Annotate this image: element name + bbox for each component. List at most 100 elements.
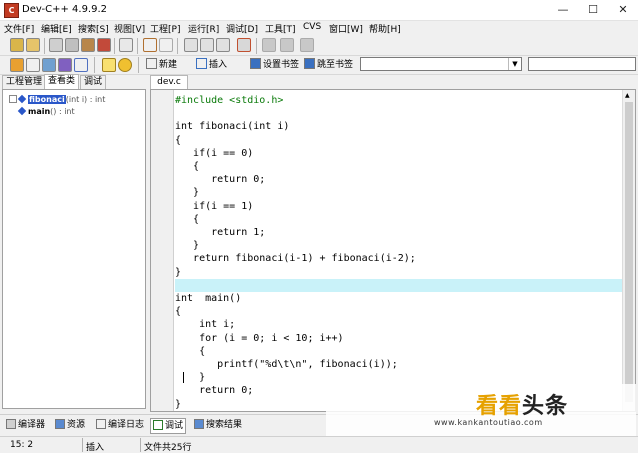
insert-icon xyxy=(196,58,207,69)
tab-debug-output[interactable]: 调试 xyxy=(150,418,187,434)
editor-gutter xyxy=(151,90,174,411)
set-bookmark-button[interactable]: 设置书签 xyxy=(250,57,299,73)
code-line[interactable]: { xyxy=(175,213,623,226)
open-file-icon[interactable] xyxy=(26,38,40,52)
help-icon[interactable] xyxy=(102,58,116,72)
code-line[interactable]: if(i == 1) xyxy=(175,200,623,213)
tab-project-manager[interactable]: 工程管理 xyxy=(2,75,47,89)
tab-compile-log[interactable]: 编译日志 xyxy=(96,418,144,432)
project-options-icon[interactable] xyxy=(300,38,314,52)
code-line[interactable]: #include <stdio.h> xyxy=(175,94,623,107)
code-line[interactable]: return 1; xyxy=(175,226,623,239)
tab-search-results[interactable]: 搜索结果 xyxy=(194,418,242,432)
main-toolbar xyxy=(0,36,638,56)
print-icon[interactable] xyxy=(119,38,133,52)
rebuild-icon[interactable] xyxy=(58,58,72,72)
code-line[interactable]: for (i = 0; i < 10; i++) xyxy=(175,332,623,345)
find-next-icon[interactable] xyxy=(216,38,230,52)
menu-edit[interactable]: 编辑[E] xyxy=(41,22,72,35)
code-line[interactable]: } xyxy=(175,186,623,199)
code-line[interactable]: { xyxy=(175,305,623,318)
replace-icon[interactable] xyxy=(200,38,214,52)
compile-icon[interactable] xyxy=(10,58,24,72)
function-icon xyxy=(17,94,27,104)
menu-search[interactable]: 搜索[S] xyxy=(78,22,109,35)
goto-line-icon[interactable] xyxy=(237,38,251,52)
code-area[interactable]: #include <stdio.h> int fibonaci(int i){ i… xyxy=(175,90,623,411)
code-line[interactable]: if(i == 0) xyxy=(175,147,623,160)
vertical-scrollbar[interactable]: ▲ xyxy=(622,90,635,411)
check-syntax-icon[interactable] xyxy=(74,58,88,72)
code-line[interactable]: { xyxy=(175,134,623,147)
code-line[interactable]: { xyxy=(175,345,623,358)
code-line[interactable]: } xyxy=(175,239,623,252)
menu-debug[interactable]: 调试[D] xyxy=(226,22,258,35)
close-file-icon[interactable] xyxy=(81,38,95,52)
run-icon[interactable] xyxy=(26,58,40,72)
add-to-project-icon[interactable] xyxy=(262,38,276,52)
menu-run[interactable]: 运行[R] xyxy=(188,22,219,35)
menu-cvs[interactable]: CVS xyxy=(303,22,321,32)
check-icon xyxy=(153,420,163,430)
menu-tools[interactable]: 工具[T] xyxy=(265,22,296,35)
scroll-up-icon[interactable]: ▲ xyxy=(625,92,630,99)
about-icon[interactable] xyxy=(118,58,132,72)
tree-item-fibonaci[interactable]: fibonaci(int i) : int xyxy=(9,94,105,106)
member-dropdown[interactable] xyxy=(528,57,636,71)
menu-help[interactable]: 帮助[H] xyxy=(369,22,401,35)
code-line[interactable]: { xyxy=(175,160,623,173)
code-line[interactable]: } xyxy=(175,371,623,384)
tab-dev-c[interactable]: dev.c xyxy=(150,75,188,90)
class-dropdown[interactable]: ▼ xyxy=(360,57,522,71)
menu-bar: 文件[F] 编辑[E] 搜索[S] 视图[V] 工程[P] 运行[R] 调试[D… xyxy=(0,21,638,35)
title-bar: C Dev-C++ 4.9.9.2 — ☐ ✕ xyxy=(0,0,638,21)
window-title: Dev-C++ 4.9.9.2 xyxy=(22,4,108,15)
redo-icon[interactable] xyxy=(159,38,173,52)
tab-resources[interactable]: 资源 xyxy=(55,418,85,432)
class-browser-tree: fibonaci(int i) : int main() : int xyxy=(2,89,146,409)
tab-debug[interactable]: 调试 xyxy=(80,75,107,89)
minimize-button[interactable]: — xyxy=(548,0,578,20)
code-editor[interactable]: #include <stdio.h> int fibonaci(int i){ i… xyxy=(150,89,636,412)
tree-expander-icon xyxy=(9,95,17,103)
text-caret xyxy=(183,372,184,383)
insert-mode: 插入 xyxy=(86,443,105,453)
menu-project[interactable]: 工程[P] xyxy=(150,22,180,35)
code-line[interactable]: int fibonaci(int i) xyxy=(175,120,623,133)
close-button[interactable]: ✕ xyxy=(608,0,638,20)
menu-view[interactable]: 视图[V] xyxy=(114,22,145,35)
maximize-button[interactable]: ☐ xyxy=(578,0,608,20)
menu-file[interactable]: 文件[F] xyxy=(4,22,34,35)
watermark-title: 看看头条 xyxy=(476,394,569,419)
scrollbar-thumb[interactable] xyxy=(625,102,633,402)
code-line[interactable] xyxy=(175,107,623,120)
code-line[interactable]: int i; xyxy=(175,318,623,331)
devcpp-app-icon: C xyxy=(4,3,19,18)
new-file-icon[interactable] xyxy=(10,38,24,52)
watermark-url: www.kankantoutiao.com xyxy=(434,418,543,427)
undo-icon[interactable] xyxy=(143,38,157,52)
menu-window[interactable]: 窗口[W] xyxy=(329,22,363,35)
insert-button[interactable]: 插入 xyxy=(196,57,227,73)
goto-bookmark-button[interactable]: 跳至书签 xyxy=(304,57,353,73)
bookmark-goto-icon xyxy=(304,58,315,69)
tree-item-main[interactable]: main() : int xyxy=(17,106,75,118)
watermark: 看看头条 www.kankantoutiao.com xyxy=(326,384,636,436)
code-line[interactable]: int main() xyxy=(175,292,623,305)
code-line[interactable]: printf("%d\t\n", fibonaci(i)); xyxy=(175,358,623,371)
save-all-icon[interactable] xyxy=(65,38,79,52)
tab-compiler[interactable]: 编译器 xyxy=(6,418,45,432)
code-line[interactable]: return 0; xyxy=(175,173,623,186)
compile-run-icon[interactable] xyxy=(42,58,56,72)
close-all-icon[interactable] xyxy=(97,38,111,52)
find-icon[interactable] xyxy=(184,38,198,52)
chevron-down-icon[interactable]: ▼ xyxy=(508,58,521,70)
code-line[interactable]: return fibonaci(i-1) + fibonaci(i-2); xyxy=(175,252,623,265)
remove-from-project-icon[interactable] xyxy=(280,38,294,52)
left-panel-tabs: 工程管理 查看类 调试 xyxy=(2,74,146,90)
new-button[interactable]: 新建 xyxy=(146,57,177,73)
save-icon[interactable] xyxy=(49,38,63,52)
tab-class-browser[interactable]: 查看类 xyxy=(44,74,80,90)
code-line[interactable] xyxy=(175,278,623,292)
code-line[interactable]: } xyxy=(175,266,623,279)
